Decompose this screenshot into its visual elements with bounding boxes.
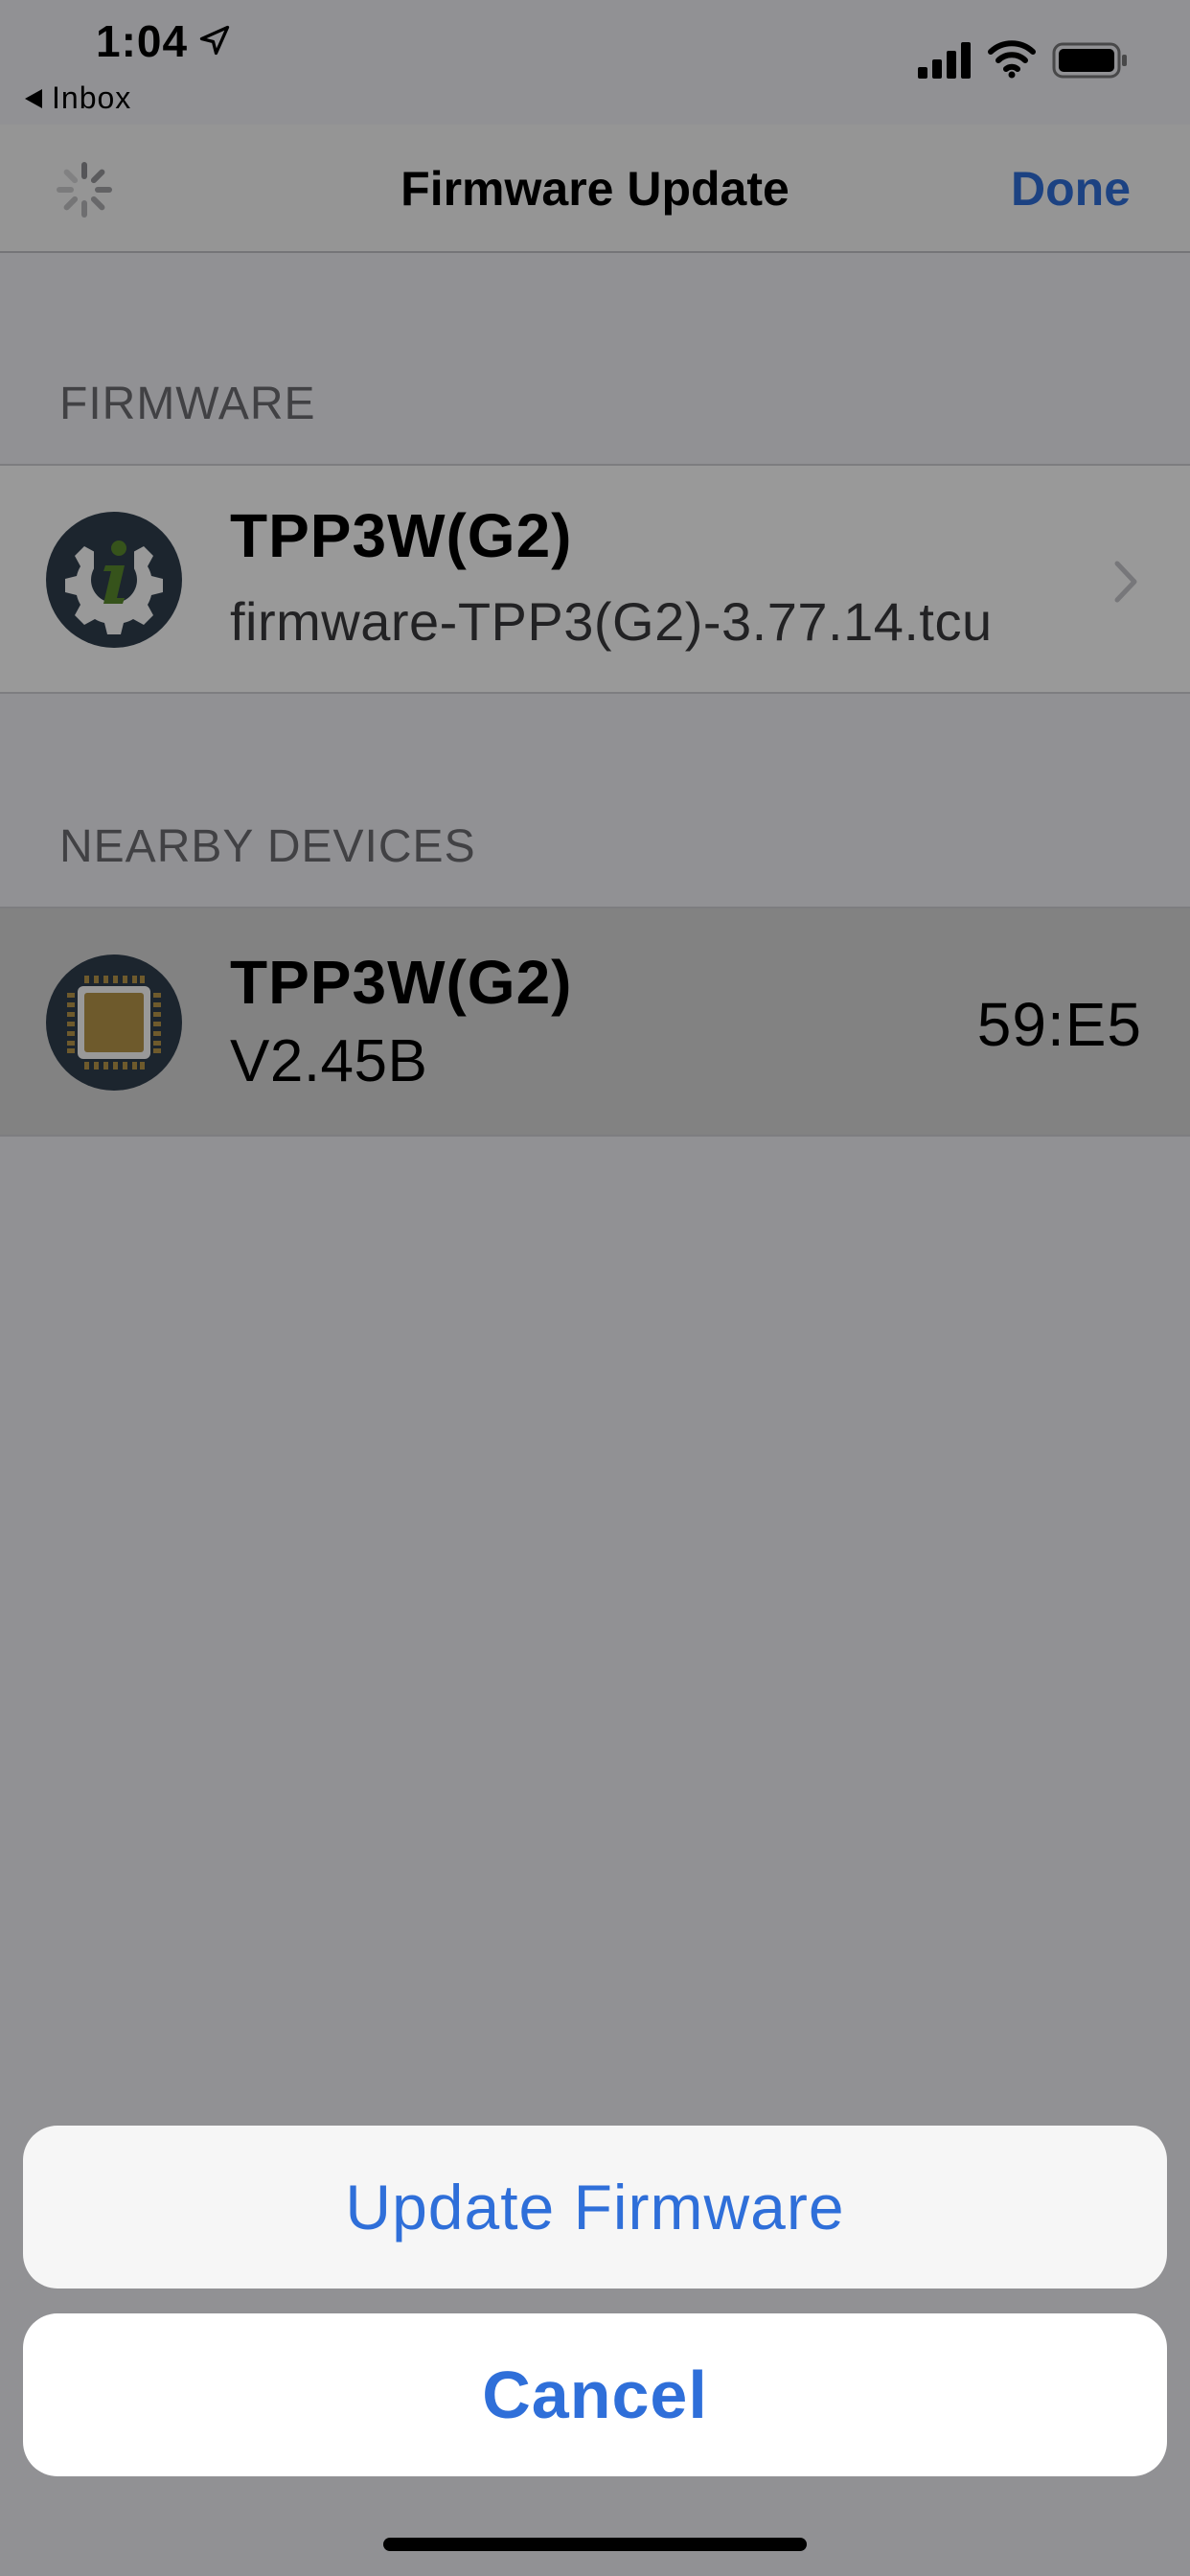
update-firmware-button[interactable]: Update Firmware xyxy=(23,2126,1167,2288)
home-indicator[interactable] xyxy=(383,2538,807,2551)
cancel-button[interactable]: Cancel xyxy=(23,2313,1167,2476)
cancel-label: Cancel xyxy=(482,2358,708,2432)
update-firmware-label: Update Firmware xyxy=(345,2172,845,2242)
